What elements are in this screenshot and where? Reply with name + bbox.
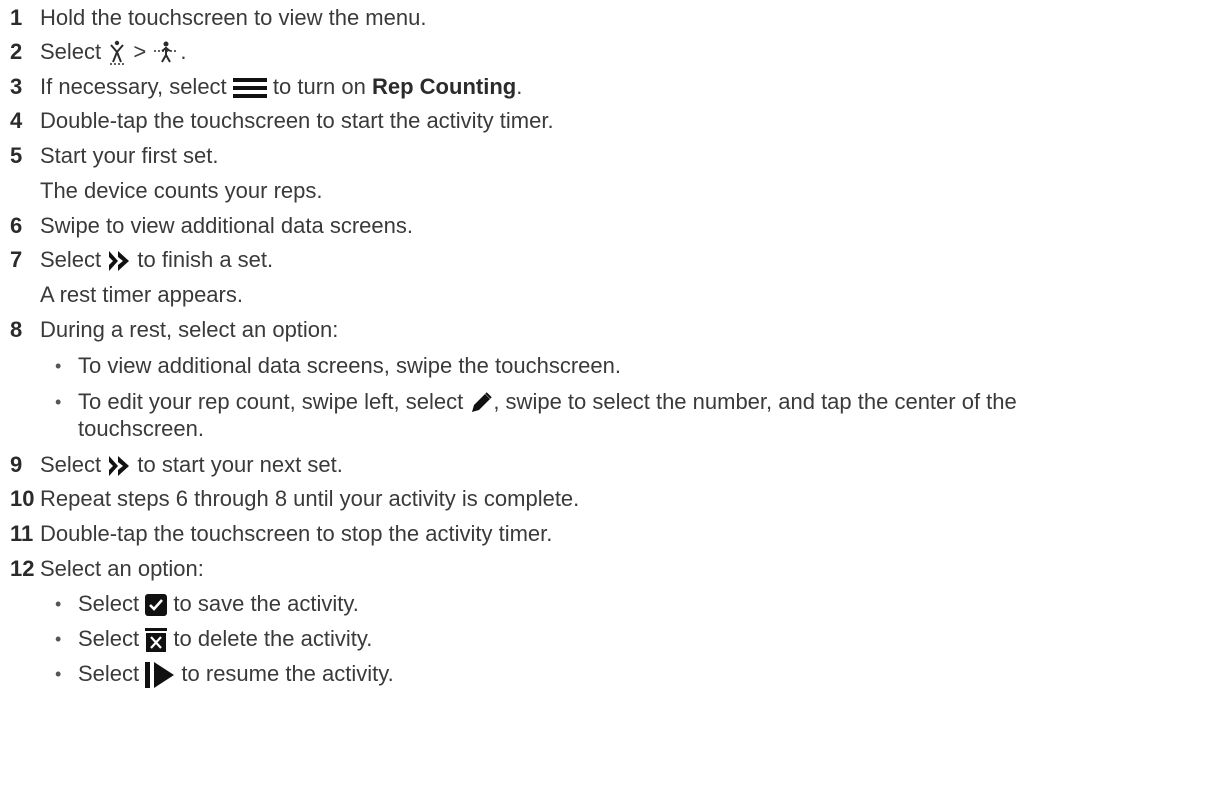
step-text: Select an option:: [40, 556, 204, 581]
step-number: 6: [10, 213, 23, 238]
bullet-text: Select to save the activity.: [78, 588, 359, 620]
step-12-bullet-2: • Select to delete the activity.: [0, 623, 1225, 655]
step-3: 3 If necessary, select to turn on Rep Co…: [0, 71, 1225, 103]
bullet-marker: •: [55, 629, 62, 649]
step-number: 4: [10, 108, 23, 133]
step-number: 5: [10, 143, 23, 168]
step-text: Start your first set.: [40, 143, 219, 168]
step-text: Select > .: [40, 36, 187, 68]
step-text-part: to turn on: [272, 74, 366, 99]
bullet-text-part: To edit your rep count, swipe left, sele…: [78, 389, 464, 414]
step-text: Hold the touchscreen to view the menu.: [40, 5, 427, 30]
step-10: 10 Repeat steps 6 through 8 until your a…: [0, 483, 1225, 515]
step-8: 8 During a rest, select an option:: [0, 314, 1225, 346]
step-text-part: Select: [40, 247, 102, 272]
step-note: A rest timer appears.: [40, 282, 243, 307]
step-note: The device counts your reps.: [40, 178, 323, 203]
bullet-text: To view additional data screens, swipe t…: [78, 353, 621, 378]
step-7-note: A rest timer appears.: [0, 279, 1225, 311]
step-11: 11 Double-tap the touchscreen to stop th…: [0, 518, 1225, 550]
step-8-bullet-2-cont: touchscreen.: [0, 413, 1225, 445]
step-number: 7: [10, 247, 23, 272]
step-8-bullet-1: • To view additional data screens, swipe…: [0, 350, 1225, 382]
step-2: 2 Select > .: [0, 36, 1225, 68]
bullet-text-continuation: touchscreen.: [78, 416, 204, 441]
step-7: 7 Select to finish a set.: [0, 244, 1225, 276]
step-text-part: Select: [40, 39, 102, 64]
bullet-marker: •: [55, 356, 62, 376]
trash-x-icon: [145, 628, 168, 653]
step-text: If necessary, select to turn on Rep Coun…: [40, 71, 522, 103]
step-text: Swipe to view additional data screens.: [40, 213, 413, 238]
step-text-part: If necessary, select: [40, 74, 227, 99]
double-chevron-right-icon: [107, 454, 131, 478]
step-number: 9: [10, 452, 23, 477]
double-chevron-right-icon: [107, 249, 131, 273]
step-4: 4 Double-tap the touchscreen to start th…: [0, 105, 1225, 137]
step-text: Double-tap the touchscreen to start the …: [40, 108, 554, 133]
step-number: 10: [10, 486, 35, 511]
bullet-text: Select to delete the activity.: [78, 623, 372, 655]
menu-bars-icon: [232, 77, 267, 99]
step-9: 9 Select to start your next set.: [0, 449, 1225, 481]
bullet-text-part: Select: [78, 661, 140, 686]
instructions-document: 1 Hold the touchscreen to view the menu.…: [0, 0, 1225, 788]
step-text-part: to start your next set.: [137, 452, 343, 477]
step-number: 2: [10, 39, 23, 64]
step-text-part: Select: [40, 452, 102, 477]
person-activity-icon: [107, 40, 127, 66]
step-text: Select to finish a set.: [40, 244, 273, 276]
step-text-part: >: [133, 39, 147, 64]
step-number: 1: [10, 5, 23, 30]
setting-name: Rep Counting: [372, 74, 517, 99]
resume-play-icon: [145, 662, 175, 689]
step-12-bullet-1: • Select to save the activity.: [0, 588, 1225, 620]
bullet-text-part: to delete the activity.: [173, 626, 373, 651]
step-text: Select to start your next set.: [40, 449, 343, 481]
bullet-text-part: to save the activity.: [173, 591, 359, 616]
step-1: 1 Hold the touchscreen to view the menu.: [0, 2, 1225, 34]
pencil-icon: [469, 391, 493, 415]
step-text: Repeat steps 6 through 8 until your acti…: [40, 486, 580, 511]
step-text: During a rest, select an option:: [40, 317, 339, 342]
step-text-part: .: [516, 74, 523, 99]
strength-training-icon: [152, 40, 180, 66]
bullet-text: Select to resume the activity.: [78, 658, 394, 690]
checkbox-icon: [145, 594, 168, 617]
step-text-part: .: [180, 39, 187, 64]
step-6: 6 Swipe to view additional data screens.: [0, 210, 1225, 242]
step-number: 3: [10, 74, 23, 99]
bullet-text-part: to resume the activity.: [181, 661, 394, 686]
step-number: 12: [10, 556, 35, 581]
step-5-note: The device counts your reps.: [0, 175, 1225, 207]
step-12-bullet-3: • Select to resume the activity.: [0, 658, 1225, 690]
step-5: 5 Start your first set.: [0, 140, 1225, 172]
step-text-part: to finish a set.: [137, 247, 274, 272]
step-12: 12 Select an option:: [0, 553, 1225, 585]
step-number: 11: [10, 521, 34, 546]
step-text: Double-tap the touchscreen to stop the a…: [40, 521, 553, 546]
bullet-text-part: Select: [78, 626, 140, 651]
bullet-text-part: , swipe to select the number, and tap th…: [493, 389, 1017, 414]
bullet-marker: •: [55, 594, 62, 614]
bullet-marker: •: [55, 664, 62, 684]
step-number: 8: [10, 317, 23, 342]
bullet-text-part: Select: [78, 591, 140, 616]
